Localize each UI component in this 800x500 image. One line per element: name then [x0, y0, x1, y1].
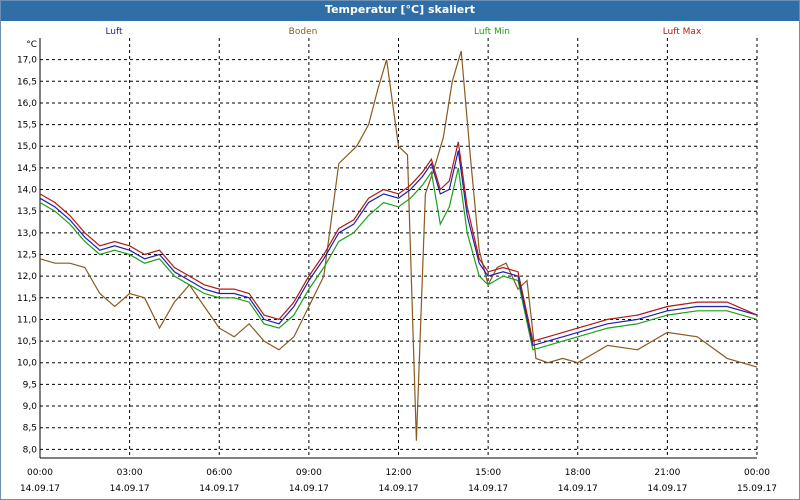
- x-tick-time: 09:00: [296, 468, 322, 478]
- y-tick-label: 8,0: [23, 445, 38, 455]
- x-tick-date: 14.09.17: [20, 484, 60, 494]
- x-tick-date: 14.09.17: [558, 484, 598, 494]
- temperature-chart: 8,0 8,5 9,0 9,5 10,0 10,5 11,0 11,5 12,0 12,5 13,0…: [17, 27, 777, 494]
- x-tick-date: 14.09.17: [378, 484, 418, 494]
- x-tick-time: 12:00: [386, 468, 412, 478]
- x-tick-time: 06:00: [206, 468, 232, 478]
- y-tick-label: 13,0: [17, 229, 37, 239]
- y-axis-unit: °C: [26, 40, 37, 50]
- y-tick-label: 16,0: [17, 99, 37, 109]
- x-tick-date: 14.09.17: [289, 484, 329, 494]
- legend-entry-boden: Boden: [289, 27, 318, 37]
- x-tick-date: 15.09.17: [737, 484, 777, 494]
- y-tick-label: 12,0: [17, 272, 37, 282]
- y-tick-label: 9,0: [23, 402, 38, 412]
- x-tick-time: 00:00: [744, 468, 770, 478]
- y-tick-label: 13,5: [17, 207, 37, 217]
- y-tick-label: 16,5: [17, 77, 37, 87]
- legend-entry-luft: Luft: [105, 27, 123, 37]
- y-tick-label: 8,5: [23, 424, 37, 434]
- x-tick-date: 14.09.17: [647, 484, 687, 494]
- y-tick-label: 17,0: [17, 56, 37, 66]
- x-tick-time: 21:00: [654, 468, 680, 478]
- y-tick-label: 12,5: [17, 250, 37, 260]
- x-tick-time: 15:00: [475, 468, 501, 478]
- x-tick-time: 18:00: [565, 468, 591, 478]
- y-tick-label: 14,5: [17, 164, 37, 174]
- y-tick-label: 10,0: [17, 359, 37, 369]
- y-tick-label: 9,5: [23, 380, 37, 390]
- y-tick-label: 15,5: [17, 121, 37, 131]
- legend: Luft Boden Luft Min Luft Max: [105, 27, 702, 37]
- y-tick-label: 11,5: [17, 294, 37, 304]
- legend-entry-luft-min: Luft Min: [474, 27, 510, 37]
- axis-labels: 8,0 8,5 9,0 9,5 10,0 10,5 11,0 11,5 12,0 12,5 13,0…: [17, 40, 777, 494]
- x-tick-date: 14.09.17: [468, 484, 508, 494]
- y-tick-label: 10,5: [17, 337, 37, 347]
- x-tick-time: 03:00: [117, 468, 143, 478]
- grid-lines: [40, 38, 757, 458]
- x-tick-date: 14.09.17: [199, 484, 239, 494]
- x-tick-date: 14.09.17: [110, 484, 150, 494]
- y-tick-label: 15,0: [17, 142, 37, 152]
- legend-entry-luft-max: Luft Max: [663, 27, 702, 37]
- y-tick-label: 14,0: [17, 186, 37, 196]
- x-tick-time: 00:00: [27, 468, 53, 478]
- y-tick-label: 11,0: [17, 315, 37, 325]
